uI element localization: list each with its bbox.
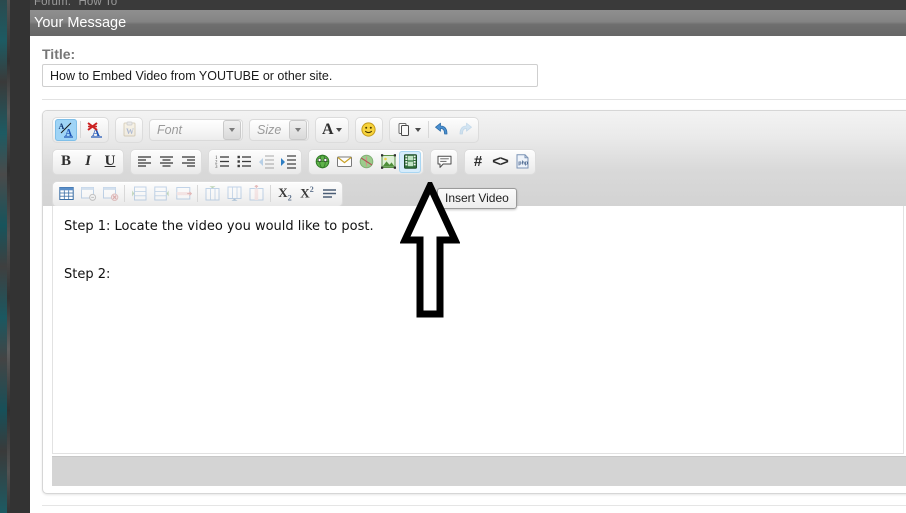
- insert-image-icon[interactable]: [377, 151, 399, 173]
- svg-text:php: php: [518, 160, 529, 166]
- paste-from-word-icon[interactable]: W: [118, 119, 140, 141]
- toolbar-separator: [197, 185, 198, 202]
- toolbar-group-code: # <> php: [464, 148, 536, 175]
- window-title: Your Message: [34, 15, 127, 31]
- smiley-icon[interactable]: [358, 119, 380, 141]
- title-input[interactable]: How to Embed Video from YOUTUBE or other…: [42, 64, 538, 87]
- align-center-icon[interactable]: [155, 151, 177, 173]
- svg-text:W: W: [126, 127, 134, 136]
- subscript-icon[interactable]: X2: [274, 183, 296, 205]
- delete-table-icon[interactable]: [99, 183, 121, 205]
- body-line: Step 1: Locate the video you would like …: [64, 219, 374, 234]
- svg-text:A: A: [58, 122, 64, 131]
- text-color-icon[interactable]: A: [318, 119, 346, 141]
- spellcheck-toggle-icon[interactable]: A A: [55, 118, 77, 141]
- toolbar-group-text-color: A: [315, 116, 349, 143]
- toolbar-row-3: X2 X2: [52, 180, 343, 207]
- bold-icon[interactable]: B: [55, 151, 77, 173]
- toolbar-group-style: B I U: [52, 148, 124, 175]
- attachment-icon[interactable]: [392, 119, 425, 141]
- insert-email-icon[interactable]: [333, 151, 355, 173]
- justify-icon[interactable]: [318, 183, 340, 205]
- toolbar-group-align: [130, 148, 202, 175]
- indent-icon[interactable]: [277, 151, 299, 173]
- toolbar-group-smiley: [354, 116, 383, 143]
- underline-icon[interactable]: U: [99, 151, 121, 173]
- toolbar-group-paste: W: [115, 116, 143, 143]
- chevron-down-icon[interactable]: [289, 119, 307, 140]
- font-family-label: Font: [157, 122, 183, 137]
- chevron-down-icon[interactable]: [223, 119, 241, 140]
- font-size-select[interactable]: Size: [249, 118, 309, 141]
- window-header-bar: [22, 10, 906, 36]
- title-field-label: Title:: [42, 46, 76, 62]
- editor-status-bar: [52, 456, 906, 486]
- font-size-label: Size: [257, 122, 282, 137]
- toolbar-group-table: X2 X2: [52, 180, 343, 207]
- align-left-icon[interactable]: [133, 151, 155, 173]
- insert-column-after-icon[interactable]: [223, 183, 245, 205]
- message-body-textarea[interactable]: Step 1: Locate the video you would like …: [52, 206, 904, 454]
- insert-link-icon[interactable]: [311, 151, 333, 173]
- unlink-icon[interactable]: [355, 151, 377, 173]
- toolbar-group-attach-history: [388, 116, 479, 143]
- italic-icon[interactable]: I: [77, 151, 99, 173]
- toolbar-row-2: B I U 1 2 3 # <> php: [52, 148, 536, 175]
- title-divider: [42, 99, 906, 100]
- toolbar-group-insert-media: [308, 148, 424, 175]
- left-accent-stripe-2: [7, 0, 10, 513]
- insert-video-tooltip: Insert Video: [437, 188, 517, 209]
- toolbar-group-lists: 123: [208, 148, 302, 175]
- insert-quote-icon[interactable]: [433, 151, 455, 173]
- font-family-select[interactable]: Font: [149, 118, 243, 141]
- toolbar-separator: [80, 121, 81, 138]
- insert-php-icon[interactable]: php: [511, 151, 533, 173]
- toolbar-group-quote: [430, 148, 458, 175]
- toolbar-separator: [124, 185, 125, 202]
- insert-table-icon[interactable]: [55, 183, 77, 205]
- table-properties-icon[interactable]: [77, 183, 99, 205]
- body-line: Step 2:: [64, 267, 111, 282]
- insert-row-after-icon[interactable]: [150, 183, 172, 205]
- undo-icon[interactable]: [432, 119, 454, 141]
- insert-hash-icon[interactable]: #: [467, 151, 489, 173]
- top-chrome-strip: [0, 0, 906, 10]
- delete-row-icon[interactable]: [172, 183, 194, 205]
- title-input-value: How to Embed Video from YOUTUBE or other…: [50, 68, 333, 83]
- remove-spellcheck-icon[interactable]: A: [84, 119, 106, 141]
- align-right-icon[interactable]: [177, 151, 199, 173]
- insert-video-icon[interactable]: [399, 150, 421, 173]
- toolbar-row-1: A A A W Font Size A: [52, 116, 479, 143]
- superscript-icon[interactable]: X2: [296, 183, 318, 205]
- forum-breadcrumb: Forum: "How To": [34, 0, 122, 8]
- insert-column-before-icon[interactable]: [201, 183, 223, 205]
- toolbar-separator: [427, 121, 429, 138]
- left-accent-stripe: [0, 0, 7, 513]
- svg-text:3: 3: [215, 165, 218, 170]
- body-line: [64, 239, 892, 263]
- page-bottom-divider: [42, 505, 906, 506]
- message-editor: A A A W Font Size A B I U 1 2 3 # <> php…: [42, 110, 906, 494]
- outdent-icon[interactable]: [255, 151, 277, 173]
- delete-column-icon[interactable]: [245, 183, 267, 205]
- unordered-list-icon[interactable]: [233, 151, 255, 173]
- insert-code-icon[interactable]: <>: [489, 151, 511, 173]
- toolbar-group-spellcheck: A A A: [52, 116, 109, 143]
- toolbar-separator: [270, 185, 271, 202]
- insert-row-before-icon[interactable]: [128, 183, 150, 205]
- ordered-list-icon[interactable]: 123: [211, 151, 233, 173]
- redo-icon[interactable]: [454, 119, 476, 141]
